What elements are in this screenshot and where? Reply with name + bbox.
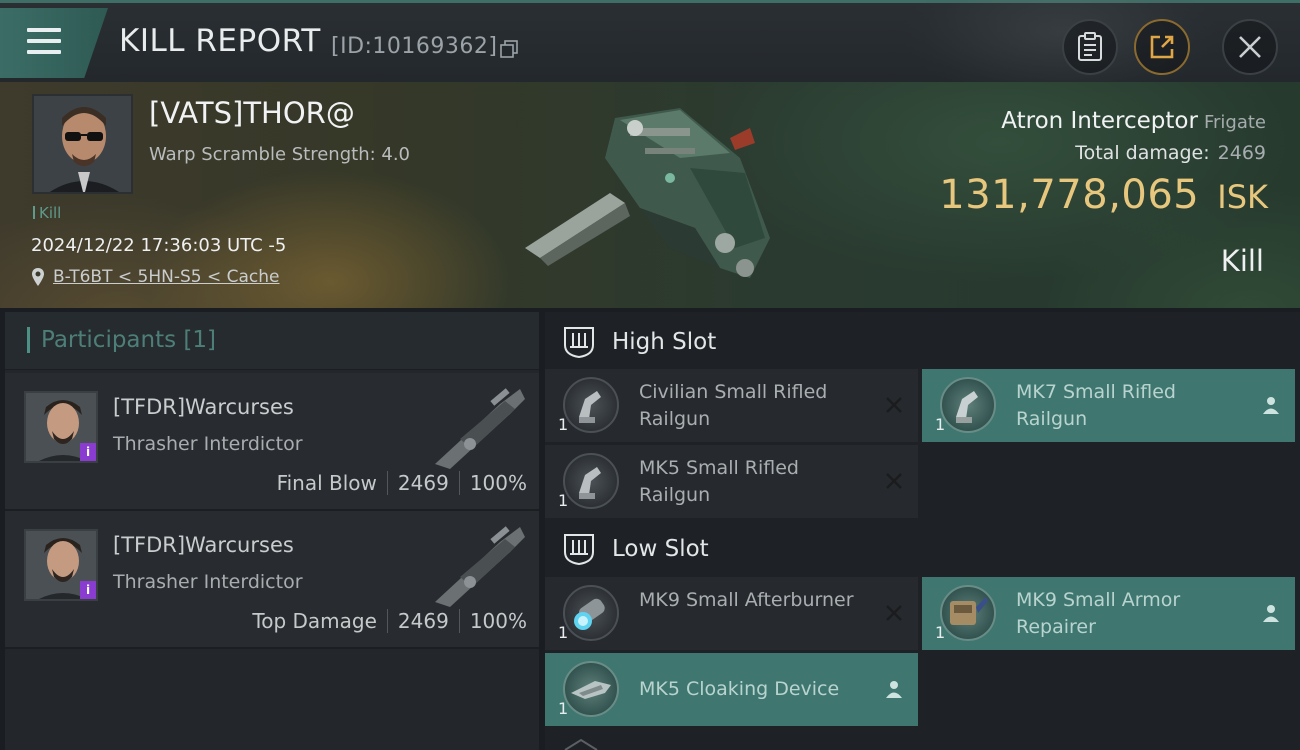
clipboard-button[interactable] [1062,19,1118,75]
person-icon [1263,605,1279,622]
participant-avatar[interactable]: i [24,529,98,601]
module-quantity: 1 [935,623,946,642]
location-pin-icon [32,268,44,286]
victim-ship[interactable]: Atron Interceptor Frigate [1001,108,1266,134]
divider [458,471,460,495]
result-label: Kill [1220,244,1264,278]
railgun-icon [563,453,619,509]
participant-ship: Thrasher Interdictor [113,571,303,593]
isk-value-row: 131,778,065 ISK [939,172,1268,218]
module-name: MK9 Small Afterburner [639,589,854,611]
header-accent-bar [27,327,30,353]
participants-header: Participants [1] [5,312,539,370]
fitting-panel: High Slot 1 Civilian Small Rifled Railgu… [545,312,1300,750]
participant-damage: 2469 [397,471,449,495]
person-icon [886,681,902,698]
menu-icon [27,28,61,56]
destroyed-x-icon [886,397,902,413]
isk-value: 131,778,065 [939,172,1200,218]
victim-ship-image [525,108,770,278]
participant-stats: Final Blow 2469 100% [277,471,527,495]
module-name: Civilian Small Rifled Railgun [639,381,828,430]
share-icon [1150,35,1174,59]
railgun-icon [563,377,619,433]
next-slot-icon [564,738,598,750]
victim-summary: [VATS]THOR@ Warp Scramble Strength: 4.0 … [0,82,1300,308]
participant-role: Final Blow [276,471,377,495]
participant-row[interactable]: i [TFDR]Warcurses Thrasher Interdictor F… [5,373,539,511]
participant-percent: 100% [469,609,527,633]
participant-name[interactable]: [TFDR]Warcurses [113,395,294,419]
location-row[interactable]: B-T6BT < 5HN-S5 < Cache [31,266,280,288]
victim-name[interactable]: [VATS]THOR@ [149,96,355,130]
participant-avatar[interactable]: i [24,391,98,463]
divider [386,609,388,633]
module-quantity: 1 [558,415,569,434]
participant-percent: 100% [469,471,527,495]
participant-name[interactable]: [TFDR]Warcurses [113,533,294,557]
module-name: MK5 Cloaking Device [639,678,840,700]
destroyed-x-icon [886,473,902,489]
report-id: [ID:10169362] [331,34,498,59]
location-link[interactable]: B-T6BT < 5HN-S5 < Cache [53,267,280,287]
ship-class: Frigate [1203,112,1266,133]
menu-button[interactable] [0,8,108,78]
armor-repairer-icon [940,585,996,641]
total-damage-label: Total damage: [1075,142,1210,164]
module-name: MK7 Small Rifled Railgun [1016,381,1176,430]
divider [458,609,460,633]
cloaking-device-icon [563,661,619,717]
close-icon [1239,36,1261,58]
module-item[interactable]: 1 MK9 Small Afterburner [545,577,918,650]
clipboard-icon [1078,32,1102,61]
victim-avatar[interactable] [32,94,133,194]
afterburner-icon [563,585,619,641]
copy-icon[interactable] [500,40,518,58]
total-damage-value: 2469 [1217,142,1266,164]
participant-stats: Top Damage 2469 100% [252,609,527,633]
module-item[interactable]: 1 MK5 Small Rifled Railgun [545,445,918,518]
module-item[interactable]: 1 MK7 Small Rifled Railgun [922,369,1295,442]
module-item[interactable]: 1 Civilian Small Rifled Railgun [545,369,918,442]
person-icon [1263,397,1279,414]
module-item[interactable]: 1 MK5 Cloaking Device [545,653,918,726]
module-name: MK9 Small Armor Repairer [1016,589,1181,638]
total-damage: Total damage: 2469 [1075,142,1266,164]
participant-role: Top Damage [252,609,377,633]
participant-damage: 2469 [397,609,449,633]
module-name: MK5 Small Rifled Railgun [639,457,799,506]
low-slot-icon [564,534,594,566]
participants-panel: Participants [1] i [TFDR]Warcurses Thras… [5,312,539,750]
divider [386,471,388,495]
high-slot-header: High Slot [545,314,1300,370]
participants-title: Participants [1] [41,327,216,353]
isk-unit: ISK [1217,178,1268,216]
share-button[interactable] [1134,19,1190,75]
page-title: KILL REPORT [119,23,321,59]
participant-row[interactable]: i [TFDR]Warcurses Thrasher Interdictor T… [5,511,539,649]
participant-ship-image [435,388,525,469]
module-quantity: 1 [558,623,569,642]
module-quantity: 1 [558,699,569,718]
participant-ship: Thrasher Interdictor [113,433,303,455]
module-quantity: 1 [935,415,946,434]
top-bar: KILL REPORT [ID:10169362] [0,0,1300,103]
destroyed-x-icon [886,605,902,621]
high-slot-icon [564,327,594,359]
low-slot-title: Low Slot [612,536,709,562]
module-item[interactable]: 1 MK9 Small Armor Repairer [922,577,1295,650]
warp-scramble-strength: Warp Scramble Strength: 4.0 [149,144,411,165]
kill-tag: Kill [33,204,61,222]
info-badge-icon: i [80,581,96,599]
low-slot-header: Low Slot [545,521,1300,577]
high-slot-title: High Slot [612,329,717,355]
kill-timestamp: 2024/12/22 17:36:03 UTC -5 [31,235,287,256]
info-badge-icon: i [80,443,96,461]
ship-name: Atron Interceptor [1001,108,1198,134]
module-quantity: 1 [558,491,569,510]
railgun-icon [940,377,996,433]
participant-ship-image [435,526,525,607]
close-button[interactable] [1222,19,1278,75]
